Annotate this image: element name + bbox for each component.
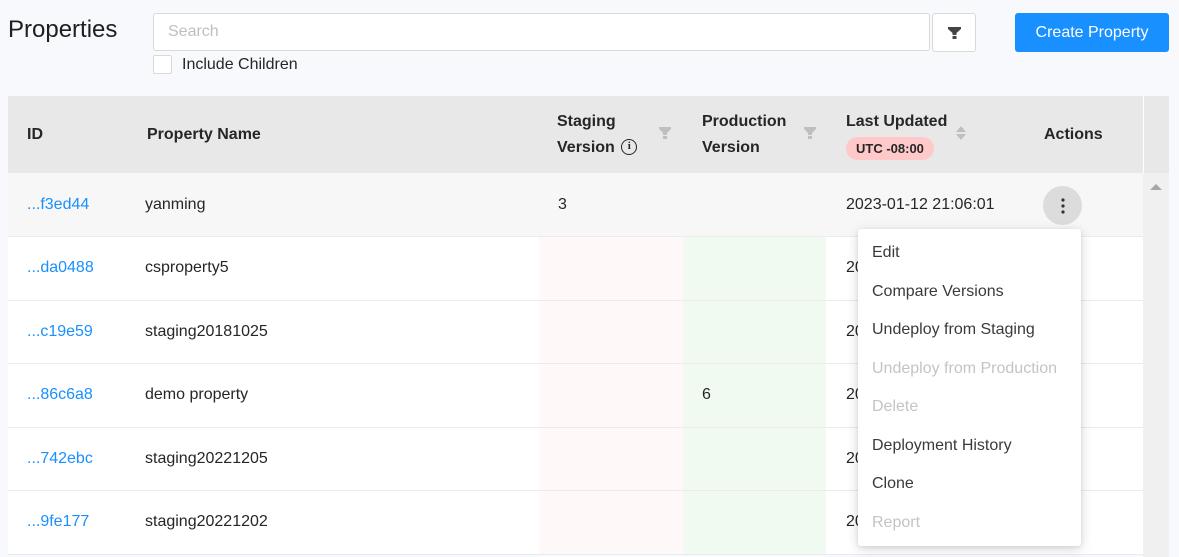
create-property-button[interactable]: Create Property — [1015, 13, 1169, 52]
row-actions-button[interactable] — [1043, 186, 1082, 225]
staging-version: 3 — [558, 195, 567, 213]
staging-cell — [539, 364, 683, 427]
last-updated-label: Last Updated — [846, 113, 948, 130]
production-cell — [683, 427, 826, 490]
staging-header-line1: Staging — [557, 112, 616, 130]
scrollbar-header-spacer — [1143, 96, 1169, 173]
timezone-badge: UTC -08:00 — [846, 137, 934, 160]
staging-cell — [539, 427, 683, 490]
sort-descending-icon[interactable] — [956, 134, 966, 140]
staging-header-line2: Version — [557, 138, 615, 156]
property-id-link[interactable]: ...f3ed44 — [27, 173, 89, 236]
page-title: Properties — [8, 16, 118, 43]
property-id-link[interactable]: ...c19e59 — [27, 301, 93, 364]
column-header-production-version: Production Version — [702, 96, 786, 173]
include-children-label: Include Children — [182, 55, 298, 73]
include-children-option[interactable]: Include Children — [153, 55, 298, 74]
table-row[interactable]: ...f3ed44 yanming 3 2023-01-12 21:06:01 — [8, 173, 1143, 237]
production-cell — [683, 237, 826, 300]
menu-item-clone[interactable]: Clone — [858, 465, 1081, 504]
column-header-property-name: Property Name — [147, 125, 261, 143]
property-id-link[interactable]: ...86c6a8 — [27, 364, 93, 427]
menu-item-undeploy-staging[interactable]: Undeploy from Staging — [858, 311, 1081, 350]
menu-item-compare-versions[interactable]: Compare Versions — [858, 273, 1081, 312]
property-name: staging20221205 — [145, 449, 268, 467]
property-name: staging20181025 — [145, 322, 268, 340]
column-header-staging-version: Staging Version i — [557, 96, 638, 173]
menu-item-delete: Delete — [872, 398, 919, 416]
property-id-link[interactable]: ...742ebc — [27, 428, 93, 491]
menu-item-undeploy-production: Undeploy from Production — [872, 359, 1057, 377]
production-header-line1: Production — [702, 112, 787, 130]
info-icon[interactable]: i — [621, 139, 638, 156]
table-header: ID Property Name Staging Version i Produ… — [8, 96, 1143, 173]
property-name: yanming — [145, 195, 206, 213]
more-vertical-icon — [1060, 197, 1065, 214]
property-name: demo property — [145, 386, 249, 404]
production-version: 6 — [702, 386, 711, 404]
production-cell — [683, 300, 826, 363]
menu-item-deployment-history[interactable]: Deployment History — [858, 427, 1081, 466]
scroll-up-arrow-icon[interactable] — [1150, 184, 1162, 190]
column-header-actions: Actions — [1044, 125, 1103, 143]
staging-cell — [539, 491, 683, 554]
menu-item-edit[interactable]: Edit — [858, 234, 1081, 273]
sort-icon[interactable] — [956, 126, 966, 140]
production-header-line2: Version — [702, 138, 760, 156]
search-input[interactable] — [153, 13, 930, 51]
vertical-scrollbar[interactable] — [1143, 96, 1169, 557]
menu-item-report: Report — [872, 513, 921, 531]
filter-icon — [947, 26, 961, 39]
column-header-last-updated[interactable]: Last Updated UTC -08:00 — [846, 96, 947, 173]
staging-cell — [539, 237, 683, 300]
staging-cell — [539, 300, 683, 363]
sort-ascending-icon[interactable] — [956, 126, 966, 132]
last-updated: 2023-01-12 21:06:01 — [846, 195, 995, 213]
column-header-id: ID — [27, 125, 43, 143]
property-name: staging20221202 — [145, 513, 268, 531]
property-name: csproperty5 — [145, 259, 229, 277]
include-children-checkbox[interactable] — [153, 55, 172, 74]
staging-filter-icon[interactable] — [659, 127, 671, 139]
production-filter-icon[interactable] — [804, 127, 816, 139]
property-id-link[interactable]: ...9fe177 — [27, 491, 89, 554]
property-id-link[interactable]: ...da0488 — [27, 237, 94, 300]
filter-button[interactable] — [932, 13, 976, 52]
production-cell — [683, 491, 826, 554]
row-actions-menu: Edit Compare Versions Undeploy from Stag… — [858, 229, 1081, 546]
